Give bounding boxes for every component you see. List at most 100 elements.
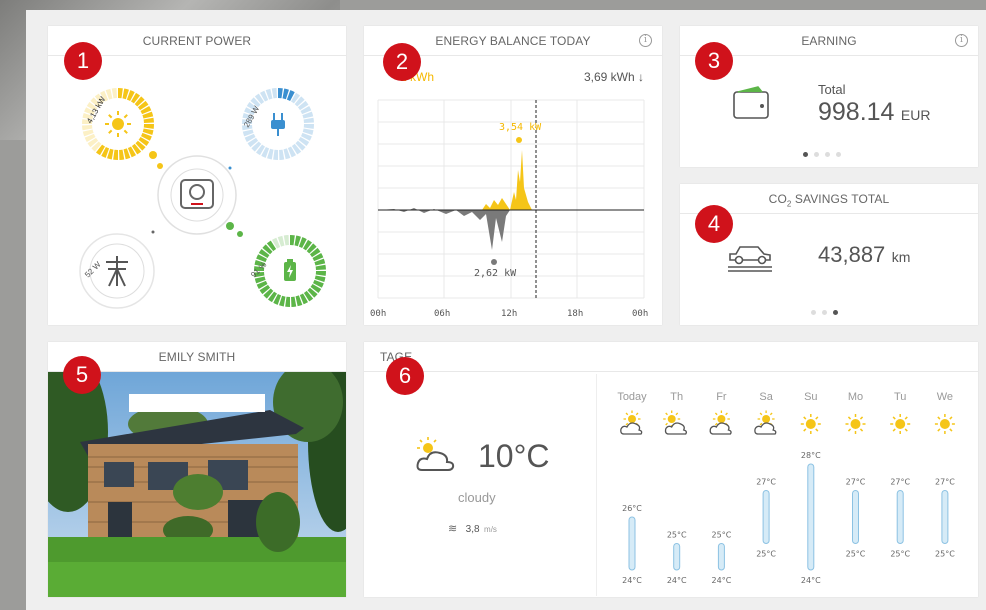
wind-unit: m/s	[484, 525, 497, 534]
weather-condition: cloudy	[458, 490, 496, 505]
peak-label: 3,54 kW	[499, 122, 542, 133]
co2-pagination[interactable]	[808, 302, 841, 320]
ring-segment	[84, 133, 96, 142]
forecast-high-label: 27°C	[756, 478, 776, 487]
ring-segment	[259, 284, 271, 295]
ring-segment	[261, 146, 270, 158]
ring-segment	[306, 243, 317, 254]
earning-pagination[interactable]	[800, 144, 844, 162]
ring-segment	[302, 239, 313, 251]
x-tick-1: 06h	[434, 309, 450, 319]
ring-segment	[309, 247, 321, 258]
ring-segment	[250, 97, 261, 108]
forecast-temp-bar	[762, 490, 770, 544]
badge-4: 4	[695, 205, 733, 243]
badge-2: 2	[383, 43, 421, 81]
ring-segment	[142, 128, 154, 135]
co2-value-row: 43,887 km	[818, 242, 910, 268]
power-flow-diagram: 4,13 kW 289 W 52 W 91 %	[79, 88, 326, 309]
forecast-high-label: 28°C	[801, 451, 821, 460]
ring-segment	[138, 136, 150, 147]
ring-segment	[295, 140, 306, 151]
weather-temp: 10°C	[478, 438, 550, 474]
ring-segment	[286, 90, 295, 102]
forecast-day-label: Tu	[894, 391, 906, 403]
sun-cloud-icon	[620, 410, 643, 435]
ring-segment	[299, 293, 308, 305]
forecast-day-label: Su	[804, 391, 817, 403]
ring-segment	[256, 280, 268, 289]
battery-icon	[284, 259, 296, 281]
ring-segment	[254, 276, 266, 284]
car-icon	[728, 246, 772, 272]
ring-segment	[244, 133, 256, 142]
forecast-high-label: 27°C	[890, 478, 910, 487]
ring-segment	[140, 132, 152, 141]
ring-segment	[290, 92, 301, 104]
forecast-low-label: 25°C	[756, 550, 776, 559]
ring-segment	[272, 237, 281, 249]
ring-segment	[255, 144, 266, 156]
forecast-day-label: Th	[670, 391, 683, 403]
sun-cloud-icon	[416, 437, 455, 471]
co2-unit: km	[891, 249, 911, 265]
ring-segment	[294, 96, 305, 107]
ring-segment	[314, 258, 326, 266]
ring-segment	[142, 111, 154, 119]
ring-segment	[266, 240, 277, 252]
forecast-high-label: 25°C	[712, 531, 732, 540]
wind-icon: ≋	[448, 523, 458, 535]
sun-icon	[845, 414, 866, 434]
forecast-temp-bar	[807, 463, 815, 571]
ring-segment	[298, 136, 310, 147]
ring-segment	[282, 88, 289, 100]
ring-segment	[287, 146, 296, 158]
ring-segment	[303, 290, 314, 302]
co2-value: 43,887	[818, 242, 886, 267]
forecast-low-label: 25°C	[935, 550, 955, 559]
wind-row: ≋ 3,8 m/s	[448, 519, 497, 537]
ring-segment	[263, 288, 274, 299]
ring-segment	[87, 137, 99, 148]
info-icon[interactable]: i	[955, 34, 968, 47]
earning-card: EARNING i 3 Total 998.14 EUR	[680, 26, 978, 167]
forecast-low-label: 25°C	[846, 550, 866, 559]
ring-segment	[295, 295, 303, 307]
ring-segment	[265, 88, 273, 100]
ring-segment	[251, 141, 262, 152]
ring-segment	[137, 100, 149, 111]
info-icon[interactable]: i	[639, 34, 652, 47]
ring-segment	[302, 128, 314, 135]
sun-icon	[105, 111, 131, 137]
ring-segment	[283, 148, 291, 160]
sun-icon	[890, 414, 911, 434]
ring-segment	[267, 148, 274, 160]
badge-3: 3	[695, 42, 733, 80]
ring-segment	[105, 88, 113, 100]
forecast-temp-bar	[852, 490, 859, 544]
ring-segment	[300, 106, 312, 115]
ring-segment	[273, 293, 282, 305]
ring-segment	[314, 275, 326, 282]
ring-segment	[312, 279, 324, 288]
sun-cloud-icon	[754, 410, 777, 435]
energy-balance-chart: 3,54 kW 2,62 kW 00h 06h 12h 18h 00h	[370, 99, 648, 319]
forecast-day-label: Sa	[759, 391, 773, 403]
ring-segment	[123, 148, 131, 160]
badge-6: 6	[386, 357, 424, 395]
forecast-low-label: 25°C	[890, 550, 910, 559]
energy-right-value: 3,69 kWh ↓	[583, 70, 644, 84]
ring-segment	[310, 283, 322, 294]
x-tick-0: 00h	[370, 309, 386, 319]
battery-value-label: 91 %	[249, 260, 268, 279]
earning-unit: EUR	[900, 107, 931, 123]
earning-amount: 998.14	[818, 98, 895, 126]
wind-value: 3,8	[465, 524, 480, 535]
ring-segment	[302, 111, 314, 119]
ring-segment	[101, 146, 110, 158]
sun-cloud-icon	[709, 410, 732, 435]
ring-segment	[279, 295, 286, 307]
low-label: 2,62 kW	[474, 268, 517, 279]
house-card: EMILY SMITH 5	[48, 342, 346, 597]
forecast-temp-bar	[628, 516, 636, 571]
